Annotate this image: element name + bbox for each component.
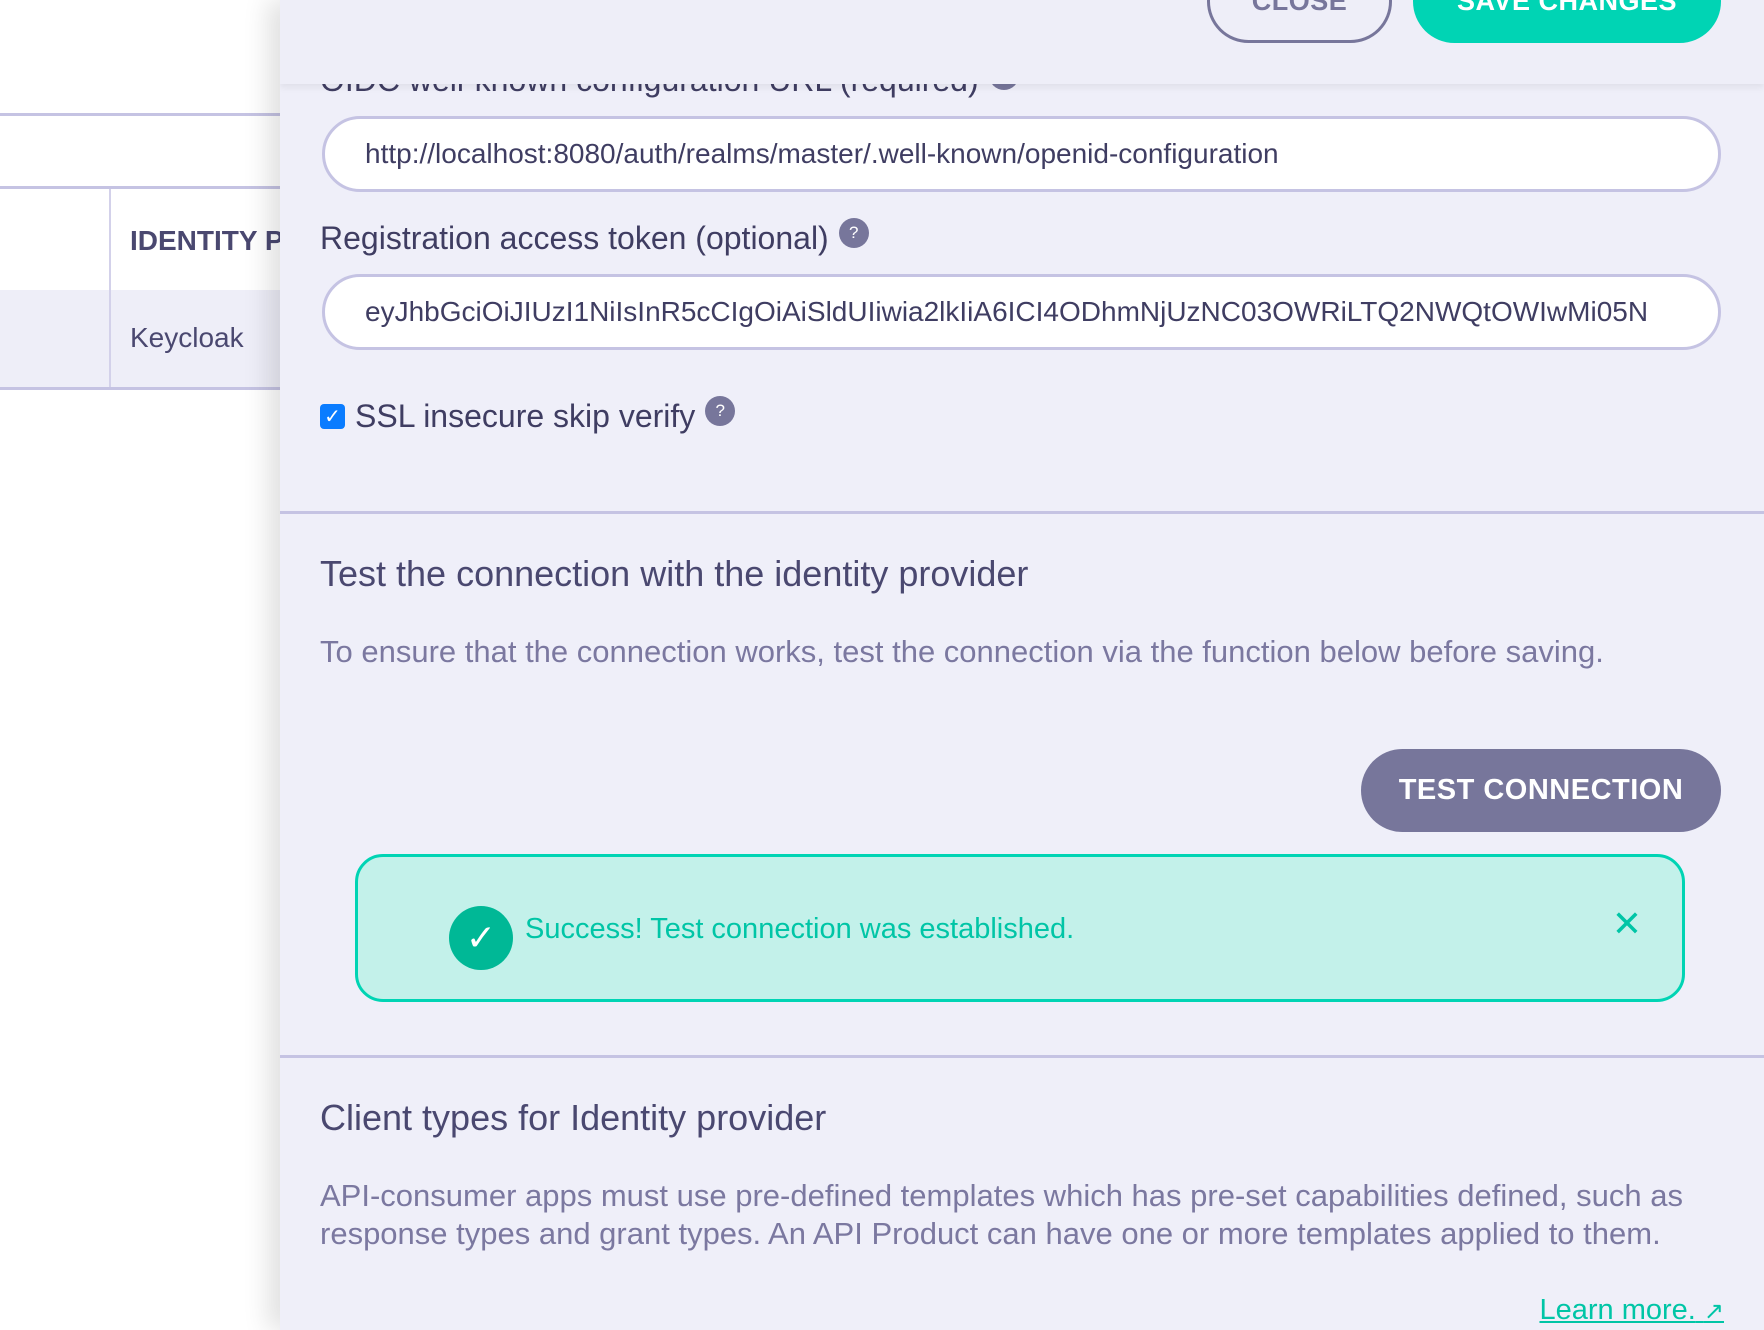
- divider: [0, 186, 280, 189]
- learn-more-link[interactable]: Learn more. ↗: [1539, 1294, 1724, 1327]
- table-row[interactable]: Keycloak: [0, 290, 280, 387]
- alert-message: Success! Test connection was established…: [525, 913, 1075, 945]
- client-types-title: Client types for Identity provider: [320, 1097, 827, 1138]
- close-icon[interactable]: ✕: [1612, 903, 1642, 945]
- check-circle-icon: ✓: [449, 906, 513, 970]
- section-divider: [280, 1055, 1764, 1058]
- divider: [0, 387, 280, 390]
- ssl-skip-verify-checkbox[interactable]: ✓: [320, 404, 345, 429]
- oidc-url-input[interactable]: http://localhost:8080/auth/realms/master…: [322, 116, 1721, 192]
- column-header-identity-provider: IDENTITY P: [130, 225, 284, 256]
- learn-more-text[interactable]: Learn more.: [1539, 1294, 1695, 1326]
- ssl-skip-verify-row: ✓ SSL insecure skip verify ?: [320, 395, 736, 435]
- column-divider: [109, 290, 111, 387]
- divider: [0, 113, 280, 116]
- client-types-description: API-consumer apps must use pre-defined t…: [320, 1178, 1683, 1251]
- section-divider: [280, 511, 1764, 514]
- registration-token-label-text: Registration access token (optional): [320, 220, 829, 256]
- close-button[interactable]: CLOSE: [1207, 0, 1392, 43]
- help-icon[interactable]: ?: [838, 217, 869, 248]
- registration-token-label: Registration access token (optional) ?: [320, 217, 869, 257]
- save-changes-button[interactable]: SAVE CHANGES: [1413, 0, 1721, 43]
- ssl-skip-verify-label: SSL insecure skip verify: [355, 398, 696, 434]
- background-table: IDENTITY P Keycloak: [0, 0, 284, 1330]
- test-connection-button[interactable]: TEST CONNECTION: [1361, 749, 1721, 832]
- panel-header: CLOSE SAVE CHANGES: [280, 0, 1764, 84]
- test-connection-title: Test the connection with the identity pr…: [320, 553, 1029, 594]
- success-alert: ✓ Success! Test connection was establish…: [355, 854, 1685, 1002]
- edit-identity-provider-panel: CLOSE SAVE CHANGES OIDC well-known confi…: [280, 0, 1764, 1330]
- registration-token-input[interactable]: eyJhbGciOiJIUzI1NiIsInR5cCIgOiAiSldUIiwi…: [322, 274, 1721, 350]
- cell-identity-provider: Keycloak: [130, 322, 244, 353]
- test-connection-description: To ensure that the connection works, tes…: [320, 634, 1604, 669]
- external-link-icon: ↗: [1703, 1298, 1724, 1325]
- help-icon[interactable]: ?: [705, 395, 736, 426]
